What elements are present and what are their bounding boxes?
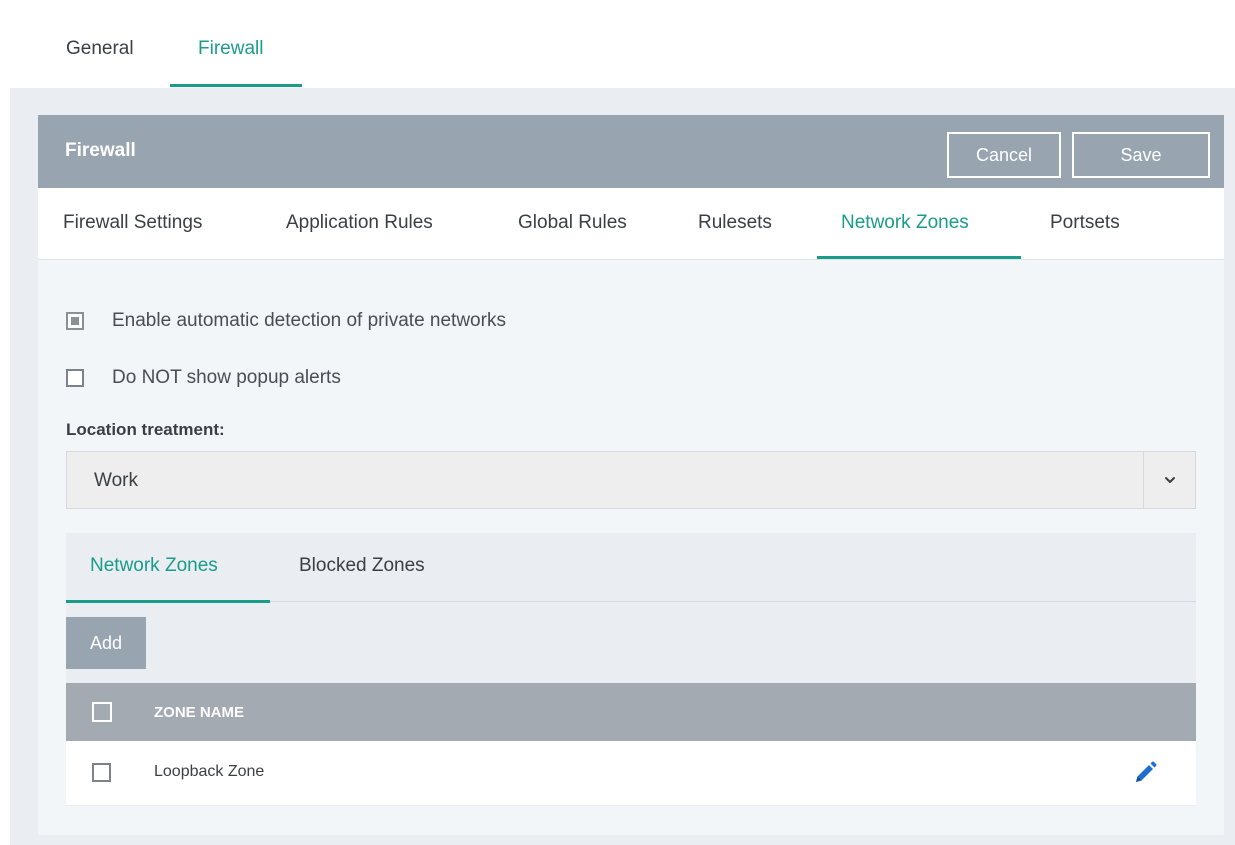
tab-global-rules[interactable]: Global Rules: [518, 212, 627, 234]
no-popup-label: Do NOT show popup alerts: [112, 367, 341, 388]
active-sub-tab-indicator: [817, 256, 1021, 259]
zones-card: Network Zones Blocked Zones Add ZONE NAM…: [66, 533, 1196, 806]
zone-name-column-header: ZONE NAME: [154, 704, 244, 721]
tab-rulesets[interactable]: Rulesets: [698, 212, 772, 234]
pencil-icon[interactable]: [1132, 760, 1158, 786]
panel-title: Firewall: [65, 140, 136, 161]
tab-blocked-zones[interactable]: Blocked Zones: [299, 555, 425, 577]
tab-network-zones[interactable]: Network Zones: [841, 212, 969, 234]
top-tab-bar: General Firewall: [10, 10, 1235, 88]
frame-left-border: [0, 0, 10, 845]
select-all-checkbox[interactable]: [92, 702, 112, 722]
auto-detect-checkbox[interactable]: [66, 312, 84, 330]
zone-name-cell: Loopback Zone: [154, 763, 265, 780]
no-popup-option[interactable]: Do NOT show popup alerts: [66, 367, 341, 389]
no-popup-checkbox[interactable]: [66, 369, 84, 387]
tab-firewall[interactable]: Firewall: [198, 38, 263, 60]
tab-network-zones-list[interactable]: Network Zones: [90, 555, 218, 577]
save-button[interactable]: Save: [1072, 132, 1210, 178]
active-tab-indicator: [170, 84, 302, 87]
firewall-panel: Firewall Cancel Save Firewall Settings A…: [38, 115, 1224, 835]
add-zone-button[interactable]: Add: [66, 617, 146, 669]
zones-table-header: ZONE NAME: [66, 683, 1196, 741]
auto-detect-option[interactable]: Enable automatic detection of private ne…: [66, 310, 506, 332]
table-row: Loopback Zone: [66, 741, 1196, 805]
tab-general[interactable]: General: [66, 38, 134, 60]
tab-firewall-settings[interactable]: Firewall Settings: [63, 212, 202, 234]
location-treatment-label: Location treatment:: [66, 420, 225, 439]
location-treatment-select[interactable]: Work: [66, 451, 1196, 509]
location-treatment-value: Work: [94, 470, 138, 491]
chevron-down-icon[interactable]: [1143, 452, 1195, 508]
tab-portsets[interactable]: Portsets: [1050, 212, 1120, 234]
frame-top-border: [0, 0, 1235, 10]
auto-detect-label: Enable automatic detection of private ne…: [112, 310, 506, 331]
app-frame: General Firewall Firewall Cancel Save Fi…: [0, 0, 1235, 845]
zone-tab-bar: Network Zones Blocked Zones: [66, 533, 1196, 603]
cancel-button[interactable]: Cancel: [947, 132, 1061, 178]
panel-header: Firewall Cancel Save: [38, 115, 1224, 188]
checkbox-check-mark: [71, 317, 79, 325]
active-zone-tab-indicator: [66, 600, 270, 603]
row-checkbox[interactable]: [92, 763, 111, 782]
tab-application-rules[interactable]: Application Rules: [286, 212, 433, 234]
firewall-sub-tabs: Firewall Settings Application Rules Glob…: [38, 188, 1224, 260]
